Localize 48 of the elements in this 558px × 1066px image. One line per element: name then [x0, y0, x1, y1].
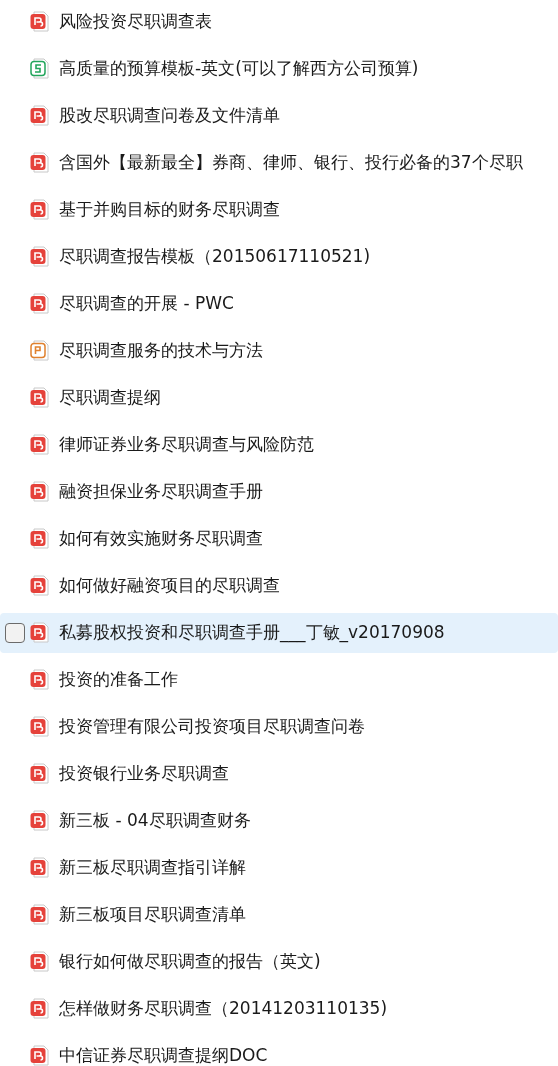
file-row[interactable]: 私募股权投资和尽职调查手册___丁敏_v20170908 [0, 612, 558, 653]
pdf-file-icon [30, 575, 49, 596]
file-name: 含国外【最新最全】券商、律师、银行、投行必备的37个尽职 [59, 150, 523, 174]
file-name: 银行如何做尽职调查的报告（英文) [59, 949, 321, 973]
file-name: 投资银行业务尽职调查 [59, 761, 229, 785]
row-checkbox[interactable] [5, 622, 25, 643]
pdf-file-icon [30, 434, 49, 455]
pdf-file-icon [30, 199, 49, 220]
spreadsheet-file-icon [30, 58, 49, 79]
file-name: 尽职调查提纲 [59, 385, 161, 409]
pdf-file-icon [30, 246, 49, 267]
file-name: 尽职调查的开展 - PWC [59, 291, 234, 315]
file-name: 高质量的预算模板-英文(可以了解西方公司预算) [59, 56, 419, 80]
pdf-file-icon [30, 105, 49, 126]
file-name: 如何做好融资项目的尽职调查 [59, 573, 280, 597]
presentation-file-icon [30, 340, 49, 361]
file-name: 股改尽职调查问卷及文件清单 [59, 103, 280, 127]
pdf-file-icon [30, 622, 49, 643]
pdf-file-icon [30, 387, 49, 408]
file-name: 怎样做财务尽职调查（20141203110135) [59, 996, 388, 1020]
pdf-file-icon [30, 810, 49, 831]
pdf-file-icon [30, 857, 49, 878]
pdf-file-icon [30, 11, 49, 32]
file-name: 投资管理有限公司投资项目尽职调查问卷 [59, 714, 365, 738]
file-name: 私募股权投资和尽职调查手册___丁敏_v20170908 [59, 620, 445, 645]
pdf-file-icon [30, 293, 49, 314]
pdf-file-icon [30, 481, 49, 502]
pdf-file-icon [30, 716, 49, 737]
file-name: 投资的准备工作 [59, 667, 178, 691]
file-name: 新三板 - 04尽职调查财务 [59, 808, 251, 832]
file-name: 新三板尽职调查指引详解 [59, 855, 246, 879]
pdf-file-icon [30, 763, 49, 784]
file-name: 尽职调查报告模板（20150617110521) [59, 244, 371, 268]
file-name: 如何有效实施财务尽职调查 [59, 526, 263, 550]
file-name: 尽职调查服务的技术与方法 [59, 338, 263, 362]
pdf-file-icon [30, 528, 49, 549]
file-name: 融资担保业务尽职调查手册 [59, 479, 263, 503]
pdf-file-icon [30, 669, 49, 690]
pdf-file-icon [30, 152, 49, 173]
pdf-file-icon [30, 1045, 49, 1066]
pdf-file-icon [30, 998, 49, 1019]
file-name: 中信证券尽职调查提纲DOC [59, 1043, 268, 1066]
file-name: 风险投资尽职调查表 [59, 9, 212, 33]
file-name: 新三板项目尽职调查清单 [59, 902, 246, 926]
file-name: 基于并购目标的财务尽职调查 [59, 197, 280, 221]
pdf-file-icon [30, 904, 49, 925]
file-name: 律师证券业务尽职调查与风险防范 [59, 432, 314, 456]
pdf-file-icon [30, 951, 49, 972]
